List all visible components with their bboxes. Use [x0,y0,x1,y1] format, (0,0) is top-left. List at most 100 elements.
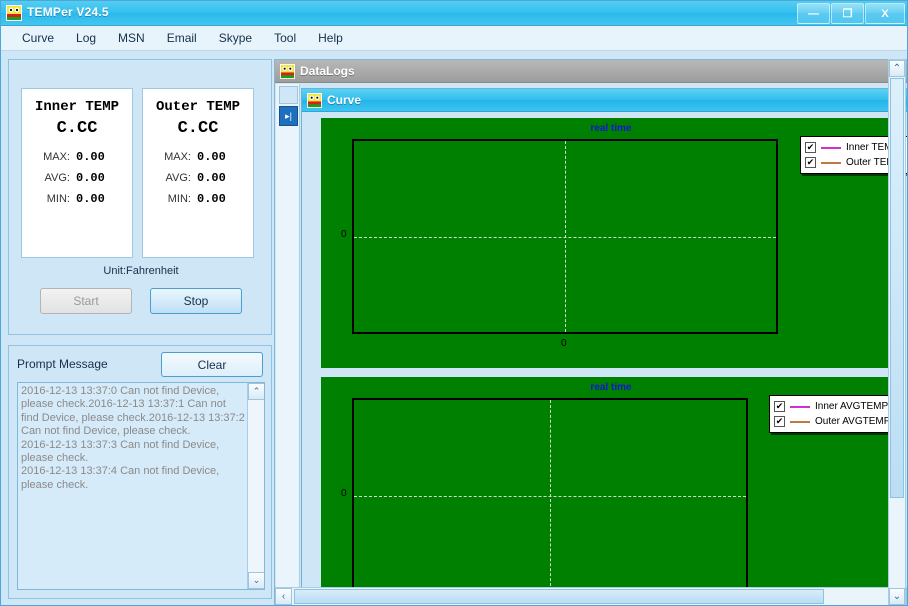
inner-min-row: MIN: 0.00 [28,192,126,206]
scroll-up-icon[interactable]: ⌃ [248,383,264,400]
temperature-readout-panel: Inner TEMP C.CC MAX: 0.00 AVG: 0.00 MIN:… [8,59,272,335]
vscroll-thumb[interactable] [890,78,904,498]
window-controls: — ❐ X [797,3,905,24]
chart-realtime-avgtemp: real time 0 ✔ Inner AVGTEMP ✔ Outer AVGT… [321,377,902,605]
mdi-horizontal-scrollbar[interactable]: ‹ › [275,587,907,605]
window-title: TEMPer V24.5 [27,5,109,19]
chart2-outer-label: Outer AVGTEMP [815,416,891,427]
chart2-title: real time [590,382,632,393]
chart1-inner-checkbox[interactable]: ✔ [805,142,816,153]
control-button-row: Start Stop [9,288,273,314]
chart2-inner-label: Inner AVGTEMP [815,401,889,412]
chart2-inner-swatch [790,405,810,408]
chart1-plot-area [352,139,778,334]
menu-item-msn[interactable]: MSN [107,28,156,48]
splitter-expand-icon[interactable]: ▸| [279,106,298,126]
menu-item-log[interactable]: Log [65,28,107,48]
datalogs-title-bar: DataLogs [275,60,907,83]
unit-label: Unit:Fahrenheit [103,265,179,277]
chart2-plot-area [352,398,748,593]
log-vertical-scrollbar[interactable]: ⌃ ⌄ [247,383,264,589]
chart2-ytick-0: 0 [341,488,347,499]
outer-max-label: MAX: [164,151,191,163]
chart2-legend: ✔ Inner AVGTEMP ✔ Outer AVGTEMP [769,395,902,433]
curve-title: Curve [327,93,362,107]
menu-item-skype[interactable]: Skype [208,28,263,48]
outer-avg-row: AVG: 0.00 [149,171,247,185]
maximize-button[interactable]: ❐ [831,3,864,24]
menu-bar: Curve Log MSN Email Skype Tool Help [1,26,907,51]
scroll-down-icon[interactable]: ⌄ [248,572,264,589]
inner-temp-value: C.CC [56,119,98,138]
outer-min-value: 0.00 [197,192,226,206]
inner-avg-row: AVG: 0.00 [28,171,126,185]
chart-realtime-temp: real time 0 0 ✔ Inner TEMP ✔ Outer TEMP [321,118,907,368]
hscroll-left-icon[interactable]: ‹ [275,588,292,605]
chart1-ytick-0: 0 [341,229,347,240]
menu-item-curve[interactable]: Curve [11,28,65,48]
vscroll-up-icon[interactable]: ⌃ [889,60,905,77]
outer-temp-title: Outer TEMP [155,99,240,115]
log-output-box[interactable]: 2016-12-13 13:37:0 Can not find Device, … [17,382,265,590]
chart1-gridline-v [565,141,566,332]
app-icon [6,5,22,21]
chart1-outer-swatch [821,161,841,164]
outer-max-value: 0.00 [197,150,226,164]
curve-title-bar: Curve [302,89,907,112]
chart1-outer-checkbox[interactable]: ✔ [805,157,816,168]
temper-application-window: TEMPer V24.5 — ❐ X Curve Log MSN Email S… [0,0,908,606]
log-line: 2016-12-13 13:37:3 Can not find Device, … [21,438,220,465]
inner-temp-stats: MAX: 0.00 AVG: 0.00 MIN: 0.00 [22,150,132,206]
curve-window: Curve real time 0 0 ✔ Inner TEMP ✔ Outer… [301,88,907,605]
chart2-legend-row-outer: ✔ Outer AVGTEMP [774,414,897,429]
clear-button[interactable]: Clear [161,352,263,377]
outer-temp-box: Outer TEMP C.CC MAX: 0.00 AVG: 0.00 MIN:… [142,88,254,258]
gutter-top-cell [279,86,298,104]
menu-item-tool[interactable]: Tool [263,28,307,48]
chart1-xtick-0: 0 [561,338,567,349]
mdi-vertical-scrollbar[interactable]: ⌃ ⌄ [888,59,906,605]
chart1-inner-swatch [821,146,841,149]
outer-min-row: MIN: 0.00 [149,192,247,206]
title-bar: TEMPer V24.5 — ❐ X [1,1,907,26]
inner-min-value: 0.00 [76,192,105,206]
start-button[interactable]: Start [40,288,132,314]
minimize-button[interactable]: — [797,3,830,24]
hscroll-thumb[interactable] [294,589,824,604]
inner-avg-value: 0.00 [76,171,105,185]
outer-temp-stats: MAX: 0.00 AVG: 0.00 MIN: 0.00 [143,150,253,206]
outer-max-row: MAX: 0.00 [149,150,247,164]
inner-avg-label: AVG: [44,172,70,184]
stop-button[interactable]: Stop [150,288,242,314]
mdi-left-gutter: ▸| [276,84,300,605]
inner-max-row: MAX: 0.00 [28,150,126,164]
inner-max-label: MAX: [43,151,70,163]
datalogs-title: DataLogs [300,64,355,78]
chart1-title: real time [590,123,632,134]
inner-min-label: MIN: [46,193,70,205]
log-text: 2016-12-13 13:37:0 Can not find Device, … [21,385,245,492]
prompt-message-panel: Prompt Message Clear 2016-12-13 13:37:0 … [8,345,272,599]
curve-icon [307,93,322,108]
chart2-gridline-v [550,400,551,591]
chart2-outer-swatch [790,420,810,423]
log-line: 2016-12-13 13:37:4 Can not find Device, … [21,465,220,491]
outer-min-label: MIN: [167,193,191,205]
log-line: 2016-12-13 13:37:0 Can not find Device, … [21,385,245,438]
datalogs-icon [280,64,295,79]
menu-item-email[interactable]: Email [156,28,208,48]
chart2-outer-checkbox[interactable]: ✔ [774,416,785,427]
menu-item-help[interactable]: Help [307,28,354,48]
inner-max-value: 0.00 [76,150,105,164]
inner-temp-title: Inner TEMP [34,99,119,115]
prompt-message-label: Prompt Message [17,357,108,371]
chart2-legend-row-inner: ✔ Inner AVGTEMP [774,399,897,414]
inner-temp-box: Inner TEMP C.CC MAX: 0.00 AVG: 0.00 MIN:… [21,88,133,258]
outer-avg-value: 0.00 [197,171,226,185]
chart2-inner-checkbox[interactable]: ✔ [774,401,785,412]
outer-temp-value: C.CC [177,119,219,138]
outer-avg-label: AVG: [165,172,191,184]
close-button[interactable]: X [865,3,905,24]
datalogs-window: DataLogs ▸| Curve real time 0 0 ✔ Inner … [274,59,907,605]
vscroll-down-icon[interactable]: ⌄ [889,588,905,605]
